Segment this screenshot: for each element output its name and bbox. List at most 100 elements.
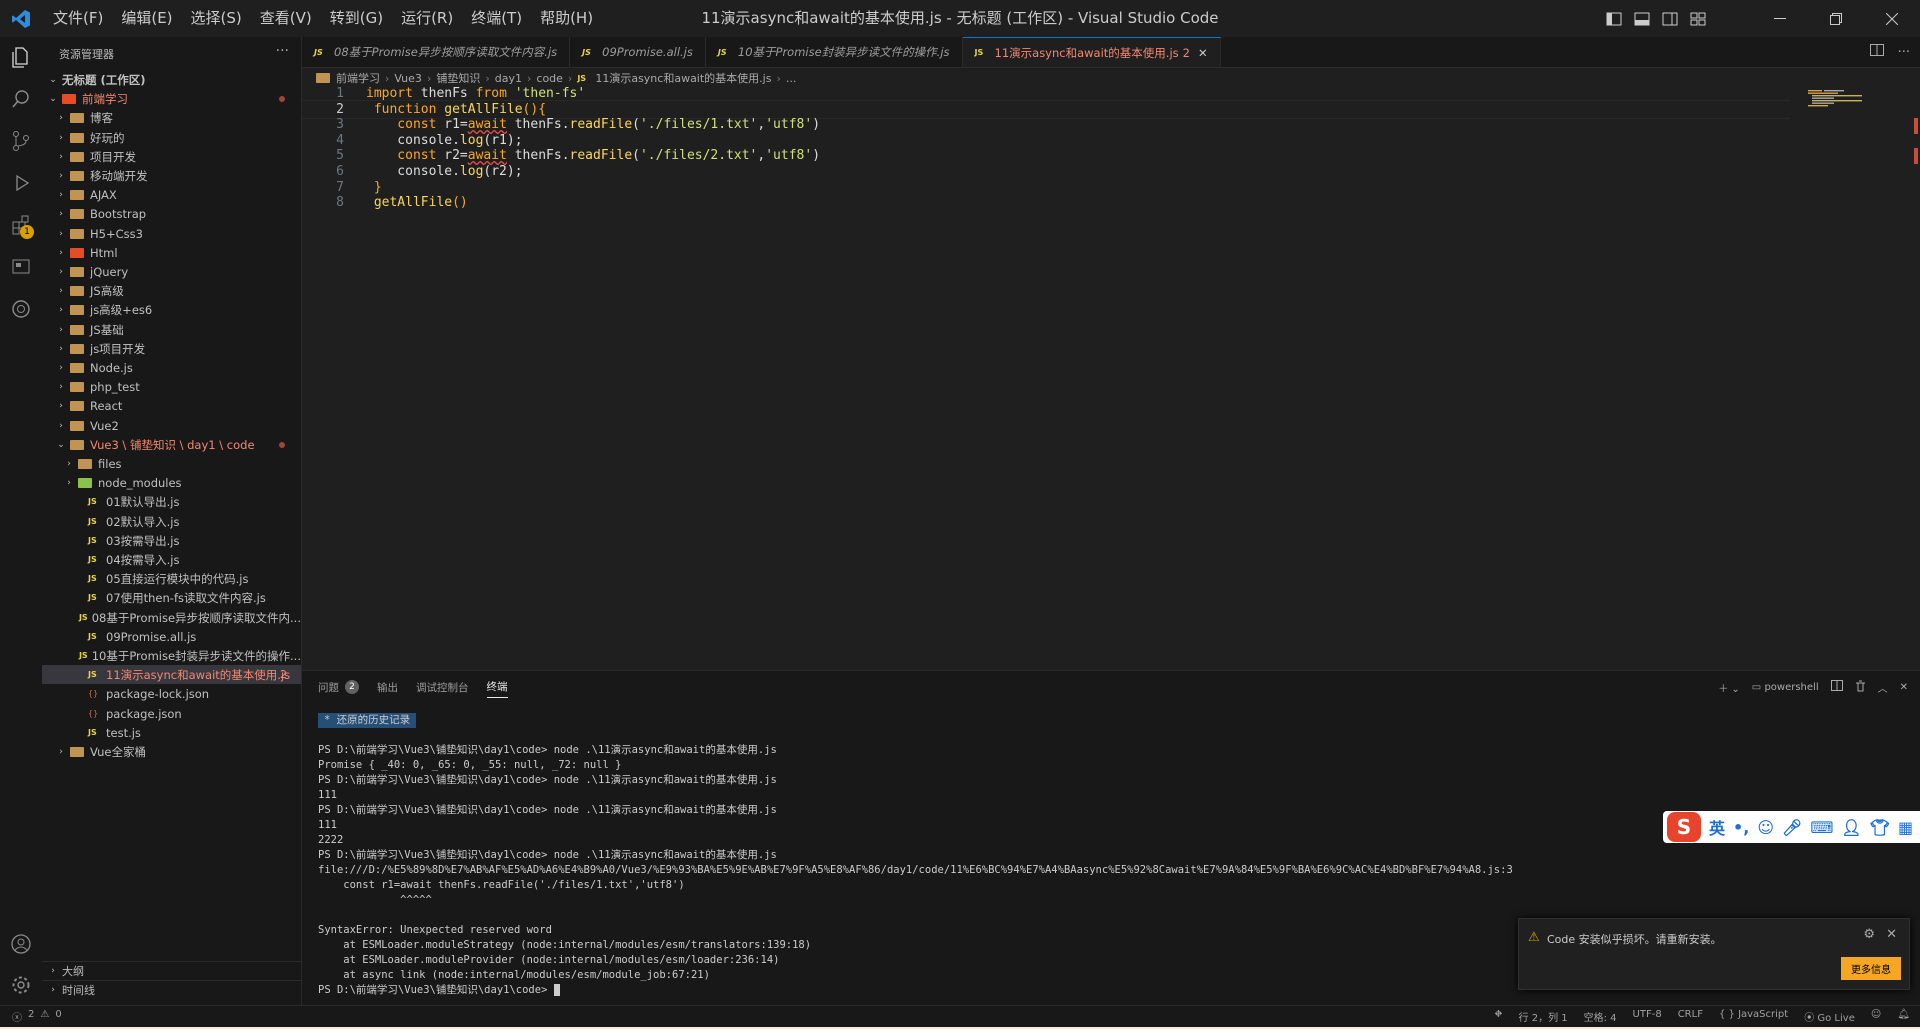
go-live-button[interactable]: ⦿ Go Live [1804,1009,1855,1024]
terminal-shell-label[interactable]: ▭ powershell [1752,682,1819,693]
ime-toolbar[interactable]: S 英 •, ☺ 🎤︎ ⌨ 👤︎ 👕︎ ▦ [1663,811,1920,843]
editor-tab[interactable]: JS 09Promise.all.js [570,37,706,67]
menu-item[interactable]: 选择(S) [180,0,249,37]
panel-tab[interactable]: 终端 [486,676,508,698]
skin-shirt-icon[interactable]: 👕︎ [1870,818,1890,837]
end-of-line[interactable]: CRLF [1678,1009,1703,1024]
folder-item[interactable]: › 项目开发 [42,147,301,166]
emoji-icon[interactable]: ☺ [1757,818,1774,837]
menu-item[interactable]: 转到(G) [319,0,390,37]
folder-frontend[interactable]: ⌄ 前端学习 [42,89,301,108]
gear-icon[interactable]: ⚙ [1863,927,1875,942]
folder-item[interactable]: › Vue全家桶 [42,742,301,761]
folder-item[interactable]: › 移动端开发 [42,166,301,185]
menu-item[interactable]: 文件(F) [42,0,110,37]
run-debug-icon[interactable] [0,163,42,203]
menu-item[interactable]: 运行(R) [390,0,460,37]
more-actions-icon[interactable]: ··· [276,43,289,59]
active-editor-tab[interactable]: JS 11演示async和await的基本使用.js 2 ✕ [962,37,1221,67]
breadcrumb-item[interactable]: ... [786,72,797,85]
breadcrumb-item[interactable]: day1 [495,72,522,85]
more-actions-icon[interactable]: ··· [1898,45,1910,60]
cursor-position[interactable]: 行 2，列 1 [1519,1009,1568,1024]
close-icon[interactable]: ✕ [1198,46,1208,60]
menu-item[interactable]: 帮助(H) [529,0,600,37]
kill-terminal-icon[interactable] [1855,680,1866,695]
folder-item[interactable]: › JS高级 [42,281,301,300]
editor-tab[interactable]: JS 10基于Promise封装异步读文件的操作.js [706,37,963,67]
notifications-bell-icon[interactable]: 🔔︎ [1897,1009,1910,1024]
account-icon[interactable] [0,924,42,964]
timeline-section[interactable]: › 时间线 [42,980,301,999]
workspace-root[interactable]: ⌄ 无标题 (工作区) [42,70,301,89]
toggle-primary-sidebar-icon[interactable] [1600,0,1628,37]
user-icon[interactable]: 👤︎ [1841,818,1861,837]
file-item[interactable]: JS 10基于Promise封装异步读文件的操作... [42,646,301,665]
folder-item[interactable]: › Node.js [42,358,301,377]
sogou-logo-icon[interactable]: S [1667,812,1701,842]
folder-item[interactable]: › node_modules [42,473,301,492]
file-item[interactable]: {} package-lock.json [42,684,301,703]
close-panel-icon[interactable]: ✕ [1900,682,1908,693]
folder-vue3-code[interactable]: ⌄ Vue3 \ 铺垫知识 \ day1 \ code [42,435,301,454]
folder-item[interactable]: › 好玩的 [42,128,301,147]
close-window-button[interactable] [1864,0,1920,37]
breadcrumb-item[interactable]: code [536,72,563,85]
folder-item[interactable]: › php_test [42,377,301,396]
keyboard-icon[interactable]: ⌨ [1810,818,1833,837]
folder-item[interactable]: › jQuery [42,262,301,281]
punctuation-icon[interactable]: •, [1733,818,1749,837]
panel-tab[interactable]: 调试控制台 [416,671,469,703]
folder-item[interactable]: › js高级+es6 [42,300,301,319]
source-control-icon[interactable] [0,121,42,161]
terminal-output[interactable]: * 还原的历史记录 PS D:\前端学习\Vue3\铺垫知识\day1\code… [318,713,1513,998]
file-item[interactable]: JS 09Promise.all.js [42,627,301,646]
extensions-icon[interactable]: 1 [0,205,42,245]
panel-tab[interactable]: 问题 2 [318,671,359,703]
encoding[interactable]: UTF-8 [1633,1009,1662,1024]
new-terminal-icon[interactable]: ＋ ⌄ [1718,680,1740,695]
editor-tab[interactable]: JS 08基于Promise异步按顺序读取文件内容.js [302,37,571,67]
restore-button[interactable] [1808,0,1864,37]
folder-item[interactable]: › H5+Css3 [42,224,301,243]
file-item[interactable]: JS 07使用then-fs读取文件内容.js [42,588,301,607]
folder-item[interactable]: › Html [42,243,301,262]
problems-status[interactable]: ⓧ 2 ⚠ 0 [12,1009,62,1024]
file-item[interactable]: JS test.js [42,723,301,742]
folder-item[interactable]: › Vue2 [42,416,301,435]
file-item[interactable]: JS 11演示async和await的基本使用.js 2 [42,665,301,684]
file-item[interactable]: JS 03按需导出.js [42,531,301,550]
search-icon[interactable] [0,79,42,119]
breadcrumb-item[interactable]: Vue3 [394,72,422,85]
code-editor[interactable]: 1 import thenFs from 'then-fs' 2 function … [302,86,1920,670]
folder-item[interactable]: › files [42,454,301,473]
customize-layout-icon[interactable] [1684,0,1712,37]
menu-item[interactable]: 终端(T) [460,0,529,37]
menu-item[interactable]: 编辑(E) [110,0,179,37]
folder-item[interactable]: › js项目开发 [42,339,301,358]
file-item[interactable]: JS 01默认导出.js [42,492,301,511]
minimize-button[interactable] [1752,0,1808,37]
close-icon[interactable]: ✕ [1886,927,1897,942]
microphone-icon[interactable]: 🎤︎ [1782,818,1802,837]
file-item[interactable]: {} package.json [42,704,301,723]
maximize-panel-icon[interactable]: ︿ [1878,680,1888,695]
more-info-button[interactable]: 更多信息 [1841,957,1901,980]
minimap[interactable] [1806,88,1906,108]
file-item[interactable]: JS 08基于Promise异步按顺序读取文件内... [42,608,301,627]
remote-explorer-icon[interactable] [0,247,42,287]
manage-gear-icon[interactable] [0,965,42,1005]
split-editor-icon[interactable] [1869,44,1884,60]
toggle-panel-icon[interactable] [1628,0,1656,37]
folder-item[interactable]: › Bootstrap [42,204,301,223]
code-line[interactable]: 8 getAllFile() [302,193,1790,212]
file-item[interactable]: JS 05直接运行模块中的代码.js [42,569,301,588]
chatgpt-icon[interactable] [0,289,42,329]
file-item[interactable]: JS 04按需导入.js [42,550,301,569]
indentation[interactable]: 空格: 4 [1584,1009,1617,1024]
split-terminal-icon[interactable] [1830,680,1843,694]
explorer-icon[interactable] [0,37,42,77]
toggle-secondary-sidebar-icon[interactable] [1656,0,1684,37]
sync-icon[interactable]: ⛖ [1495,1009,1503,1024]
ime-language[interactable]: 英 [1709,815,1725,839]
